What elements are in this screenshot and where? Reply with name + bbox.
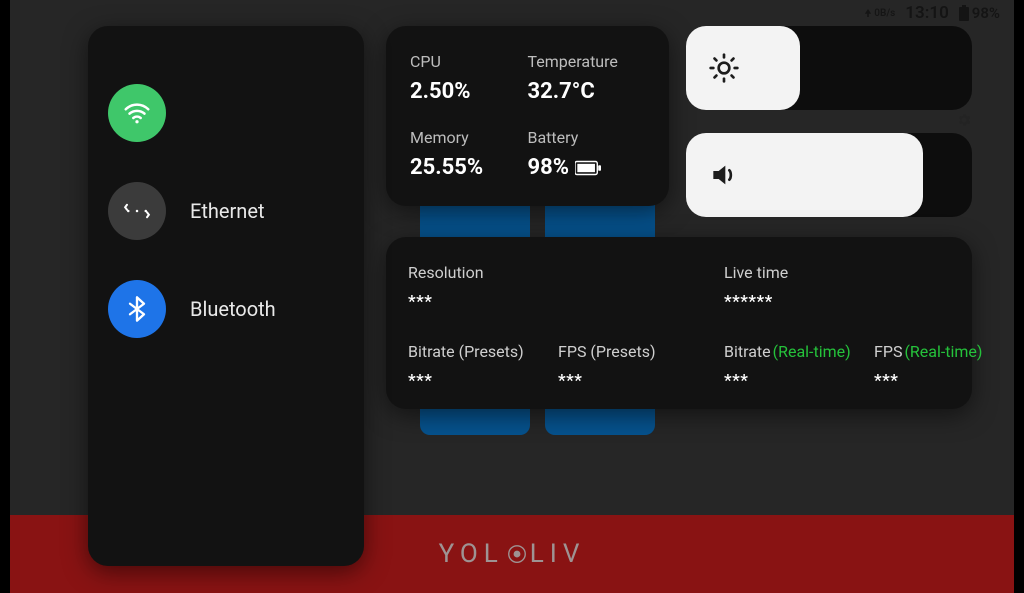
settings-gear-icon[interactable] — [956, 112, 972, 128]
brightness-slider[interactable] — [686, 26, 972, 110]
ethernet-icon — [122, 196, 152, 226]
sun-icon — [708, 52, 740, 84]
batt-label: Battery — [528, 128, 646, 147]
bluetooth-icon — [123, 295, 151, 323]
cpu-label: CPU — [410, 52, 528, 71]
fps-preset-value: *** — [558, 371, 656, 391]
mem-label: Memory — [410, 128, 528, 147]
ethernet-toggle[interactable]: Ethernet — [108, 182, 344, 240]
fps-rt-value: *** — [874, 371, 982, 391]
wifi-toggle[interactable] — [108, 84, 344, 142]
bluetooth-label: Bluetooth — [190, 297, 276, 321]
resolution-label: Resolution — [408, 263, 484, 282]
fps-preset-label: FPS (Presets) — [558, 342, 656, 361]
temp-value: 32.7°C — [528, 79, 646, 104]
bitrate-preset-value: *** — [408, 371, 538, 391]
stream-info-panel: Resolution *** Bitrate (Presets) *** FPS… — [386, 237, 972, 409]
fps-rt-label: FPS (Real-time) — [874, 342, 982, 361]
livetime-value: ****** — [724, 292, 788, 312]
bitrate-rt-value: *** — [724, 371, 854, 391]
brightness-fill — [686, 26, 800, 110]
volume-slider[interactable] — [686, 133, 972, 217]
batt-value: 98% — [528, 155, 646, 180]
temp-label: Temperature — [528, 52, 646, 71]
livetime-label: Live time — [724, 263, 788, 282]
bluetooth-toggle[interactable]: Bluetooth — [108, 280, 344, 338]
resolution-value: *** — [408, 292, 484, 312]
system-stats-panel: CPU 2.50% Temperature 32.7°C Memory 25.5… — [386, 26, 669, 206]
ethernet-label: Ethernet — [190, 199, 265, 223]
battery-full-icon — [575, 160, 601, 176]
wifi-icon — [122, 98, 152, 128]
connection-panel: Ethernet Bluetooth — [88, 26, 364, 566]
cpu-value: 2.50% — [410, 79, 528, 104]
volume-icon — [708, 159, 740, 191]
bitrate-rt-label: Bitrate(Real-time) — [724, 342, 854, 361]
mem-value: 25.55% — [410, 155, 528, 180]
bitrate-preset-label: Bitrate (Presets) — [408, 342, 538, 361]
